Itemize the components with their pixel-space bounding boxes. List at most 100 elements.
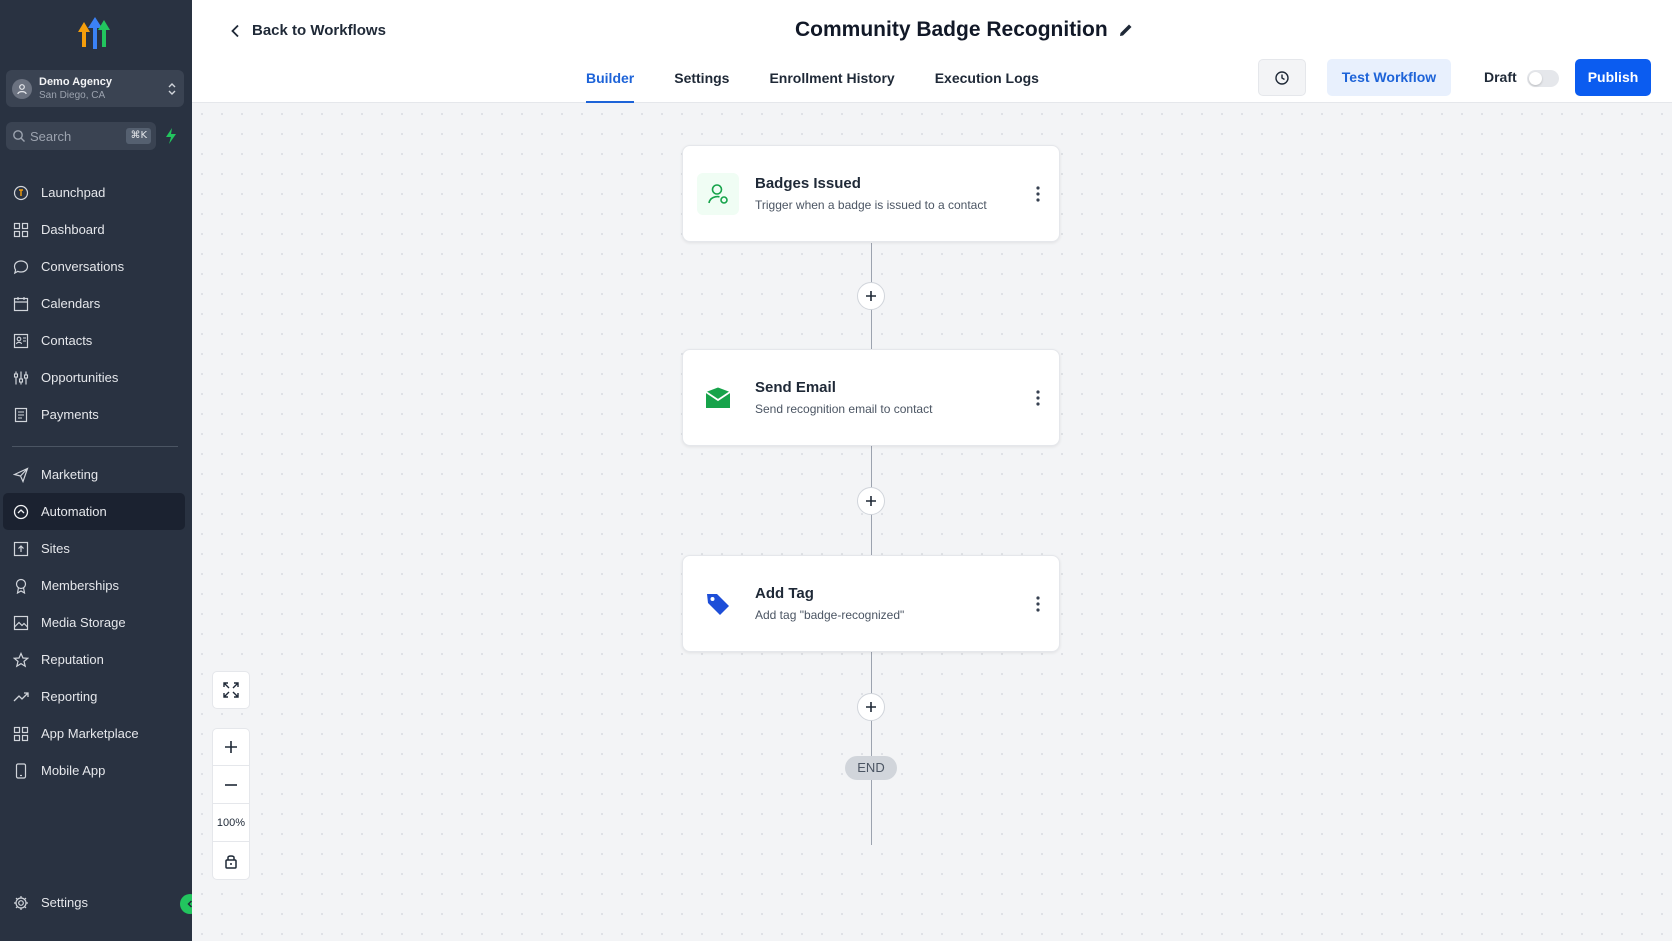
draft-label: Draft [1484, 69, 1517, 85]
plus-icon [225, 741, 237, 753]
sidebar-item-sites[interactable]: Sites [0, 530, 192, 567]
sidebar-item-label: Automation [41, 504, 107, 519]
sidebar-item-label: Dashboard [41, 222, 105, 237]
grid-icon [12, 725, 30, 743]
plus-icon [866, 702, 876, 712]
tab-builder[interactable]: Builder [586, 70, 635, 103]
sidebar-item-label: Media Storage [41, 615, 126, 630]
add-step-button[interactable] [857, 487, 885, 515]
image-icon [12, 614, 30, 632]
node-title: Badges Issued [755, 175, 861, 192]
more-vertical-icon[interactable] [1035, 388, 1041, 408]
send-icon [12, 466, 30, 484]
sidebar-item-reputation[interactable]: Reputation [0, 641, 192, 678]
workflow-end-marker: END [845, 756, 897, 780]
draft-publish-toggle[interactable] [1527, 70, 1559, 87]
sidebar-item-label: Sites [41, 541, 70, 556]
award-icon [12, 577, 30, 595]
zoom-level: 100% [212, 804, 250, 842]
workflow-tabs: Builder Settings Enrollment History Exec… [586, 70, 1079, 103]
tab-execution-logs[interactable]: Execution Logs [935, 70, 1039, 103]
sidebar-settings: Settings [0, 884, 192, 921]
sidebar-item-mobile-app[interactable]: Mobile App [0, 752, 192, 789]
sidebar-item-label: Marketing [41, 467, 99, 482]
sidebar-item-label: Calendars [41, 296, 101, 311]
more-vertical-icon[interactable] [1035, 594, 1041, 614]
launchpad-icon [12, 184, 30, 202]
gear-icon [12, 894, 30, 912]
phone-icon [12, 762, 30, 780]
lock-icon [225, 854, 237, 869]
sidebar-item-memberships[interactable]: Memberships [0, 567, 192, 604]
chevron-left-icon [231, 24, 239, 37]
plus-icon [866, 291, 876, 301]
workflow-title: Community Badge Recognition [795, 18, 1108, 41]
sidebar-item-calendars[interactable]: Calendars [0, 285, 192, 322]
test-workflow-button[interactable]: Test Workflow [1327, 59, 1451, 96]
sidebar-item-contacts[interactable]: Contacts [0, 322, 192, 359]
workflow-node-trigger[interactable]: Badges Issued Trigger when a badge is is… [682, 145, 1060, 242]
back-to-workflows-link[interactable]: Back to Workflows [228, 22, 386, 39]
add-step-button[interactable] [857, 282, 885, 310]
trend-icon [12, 688, 30, 706]
sidebar-item-reporting[interactable]: Reporting [0, 678, 192, 715]
sidebar-item-payments[interactable]: Payments [0, 396, 192, 433]
publish-button[interactable]: Publish [1575, 59, 1651, 96]
workflow-node-send-email[interactable]: Send Email Send recognition email to con… [682, 349, 1060, 446]
chat-icon [12, 258, 30, 276]
minus-icon [225, 783, 237, 786]
add-step-button[interactable] [857, 693, 885, 721]
search-icon [12, 129, 26, 143]
sidebar-item-automation[interactable]: Automation [3, 493, 185, 530]
automation-icon [12, 503, 30, 521]
plus-icon [866, 496, 876, 506]
sidebar-item-settings[interactable]: Settings [0, 884, 192, 921]
contact-trigger-icon [697, 173, 739, 215]
sidebar-item-label: Payments [41, 407, 99, 422]
search-input[interactable]: Search ⌘K [6, 122, 156, 150]
sidebar: Demo Agency San Diego, CA Search ⌘K Laun… [0, 0, 200, 941]
back-label: Back to Workflows [252, 22, 386, 39]
more-vertical-icon[interactable] [1035, 184, 1041, 204]
avatar [12, 79, 32, 99]
sidebar-item-app-marketplace[interactable]: App Marketplace [0, 715, 192, 752]
lock-canvas-button[interactable] [212, 842, 250, 880]
sidebar-item-dashboard[interactable]: Dashboard [0, 211, 192, 248]
workflow-node-add-tag[interactable]: Add Tag Add tag "badge-recognized" [682, 555, 1060, 652]
zoom-out-button[interactable] [212, 766, 250, 804]
sidebar-item-label: Reputation [41, 652, 104, 667]
tab-settings[interactable]: Settings [674, 70, 729, 103]
account-name: Demo Agency [39, 76, 112, 88]
app-logo[interactable] [74, 14, 114, 54]
edit-title-icon[interactable] [1118, 22, 1134, 38]
star-icon [12, 651, 30, 669]
sidebar-nav-primary: Launchpad Dashboard Conversations Calend… [0, 174, 192, 433]
sidebar-item-label: Memberships [41, 578, 120, 593]
sidebar-item-label: Launchpad [41, 185, 106, 200]
calendar-icon [12, 295, 30, 313]
node-subtitle: Send recognition email to contact [755, 402, 933, 416]
sidebar-item-launchpad[interactable]: Launchpad [0, 174, 192, 211]
sidebar-item-conversations[interactable]: Conversations [0, 248, 192, 285]
sidebar-item-label: Settings [41, 895, 88, 910]
version-history-button[interactable] [1258, 59, 1306, 96]
workflow-canvas[interactable]: Badges Issued Trigger when a badge is is… [192, 104, 1672, 941]
quick-actions-bolt-icon[interactable] [164, 127, 178, 145]
node-title: Send Email [755, 379, 836, 396]
tab-enrollment-history[interactable]: Enrollment History [769, 70, 894, 103]
sidebar-item-media-storage[interactable]: Media Storage [0, 604, 192, 641]
fit-to-screen-button[interactable] [212, 671, 250, 709]
sidebar-item-label: Contacts [41, 333, 93, 348]
sliders-icon [12, 369, 30, 387]
zoom-controls: 100% [212, 728, 250, 880]
chevron-up-down-icon [166, 79, 178, 99]
node-title: Add Tag [755, 585, 814, 602]
zoom-in-button[interactable] [212, 728, 250, 766]
node-subtitle: Trigger when a badge is issued to a cont… [755, 198, 987, 212]
sidebar-item-opportunities[interactable]: Opportunities [0, 359, 192, 396]
fit-view-control [212, 671, 250, 709]
sidebar-item-marketing[interactable]: Marketing [0, 456, 192, 493]
search-placeholder: Search [30, 129, 72, 144]
account-switcher[interactable]: Demo Agency San Diego, CA [6, 70, 184, 107]
sidebar-item-label: App Marketplace [41, 726, 139, 741]
